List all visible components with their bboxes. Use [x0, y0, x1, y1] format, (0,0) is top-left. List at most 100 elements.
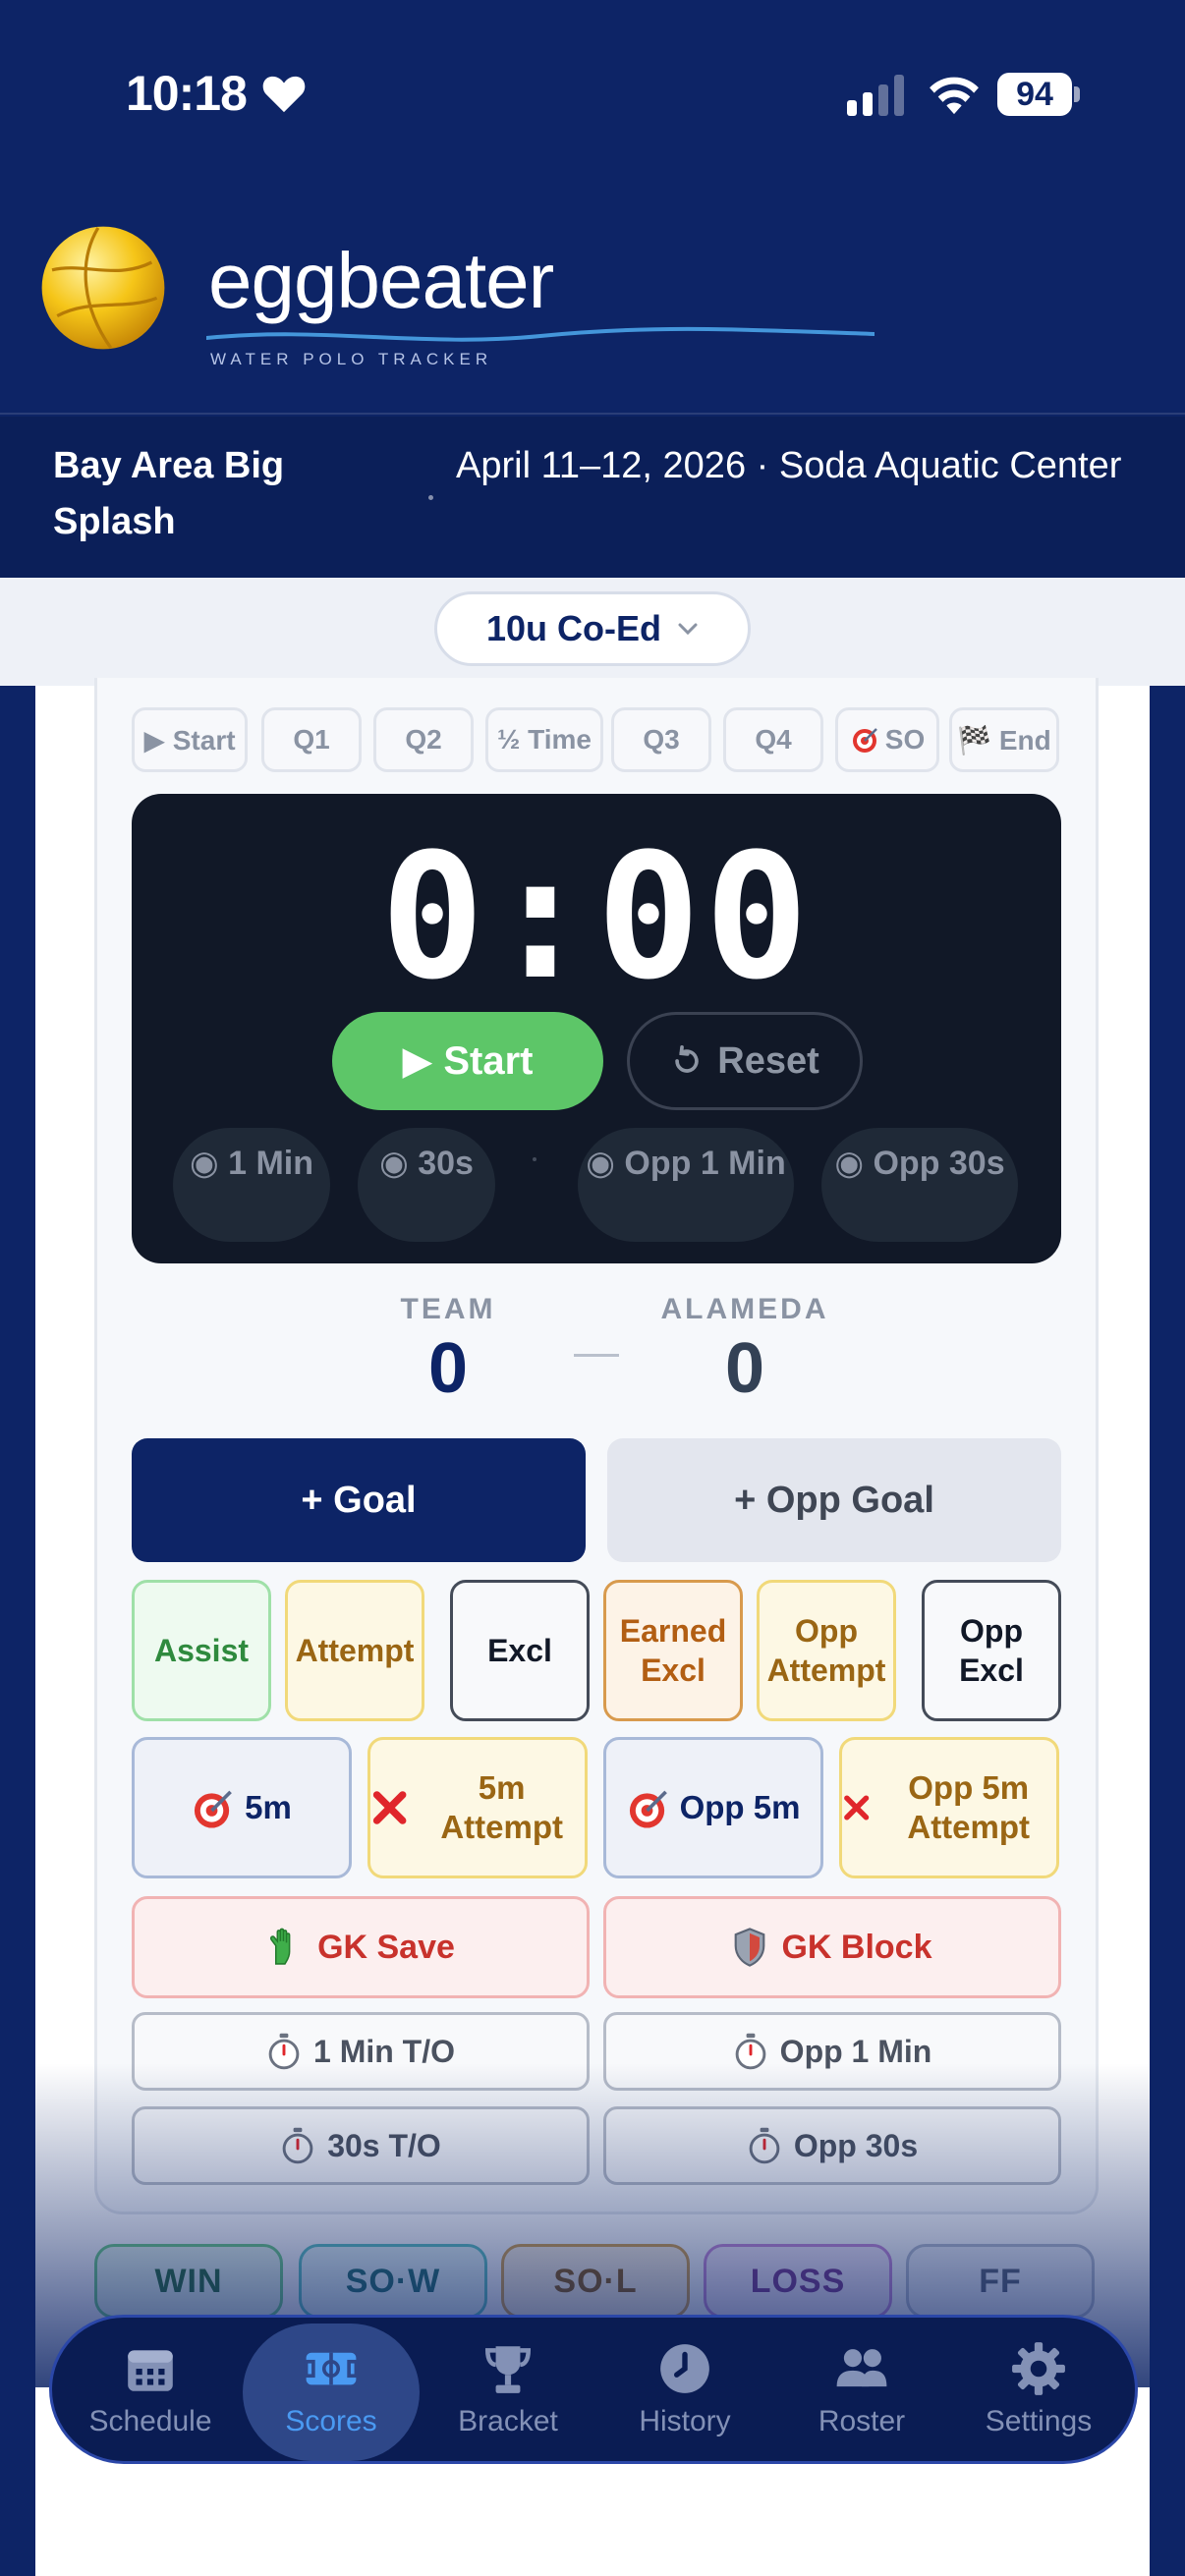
trophy-icon — [485, 2346, 531, 2393]
brand-header: eggbeater WATER POLO TRACKER — [0, 187, 1185, 415]
team-label: TEAM — [400, 1293, 496, 1325]
five-meter-label: 5m — [245, 1789, 292, 1825]
period-shootout-button[interactable]: SO — [835, 707, 939, 772]
period-half-time-button[interactable]: ½ Time — [485, 707, 603, 772]
preset-opp-30s-button[interactable]: ◉ Opp 30s — [821, 1128, 1018, 1242]
glove-icon — [270, 1928, 291, 1965]
gk-block-button[interactable]: GK Block — [603, 1896, 1061, 1998]
clock-icon — [660, 2344, 709, 2393]
one-min-timeout-label: 1 Min T/O — [313, 2033, 455, 2069]
brand-tagline: WATER POLO TRACKER — [210, 350, 493, 368]
period-q2-button[interactable]: Q2 — [373, 707, 474, 772]
division-bar: 10u Co-Ed — [0, 578, 1185, 686]
opp-thirty-sec-timeout-label: Opp 30s — [793, 2127, 919, 2163]
gk-save-label: GK Save — [317, 1928, 455, 1966]
cross-mark-icon — [844, 1795, 870, 1820]
opp-five-meter-button[interactable]: Opp 5m — [603, 1737, 823, 1878]
opp-five-meter-attempt-button[interactable]: Opp 5m Attempt — [839, 1737, 1059, 1878]
tab-settings[interactable]: Settings — [950, 2318, 1127, 2461]
preset-1-min-button[interactable]: ◉ 1 Min — [173, 1128, 330, 1242]
period-label: Q1 — [293, 724, 330, 755]
period-label: Q2 — [405, 724, 442, 755]
opponent-label: ALAMEDA — [660, 1293, 829, 1325]
preset-30s-button[interactable]: ◉ 30s — [358, 1128, 495, 1242]
period-label: 🏁 End — [957, 724, 1051, 756]
tab-roster[interactable]: Roster — [773, 2318, 950, 2461]
assist-button[interactable]: Assist — [132, 1580, 271, 1721]
opp-thirty-sec-timeout-button[interactable]: Opp 30s — [603, 2106, 1061, 2185]
exclusion-button[interactable]: Excl — [450, 1580, 590, 1721]
attempt-button[interactable]: Attempt — [285, 1580, 424, 1721]
five-meter-attempt-label: 5m Attempt — [440, 1769, 563, 1845]
cellular-signal-icon — [847, 75, 904, 116]
result-shootout-loss-button[interactable]: SO·L — [501, 2244, 690, 2319]
one-min-timeout-button[interactable]: 1 Min T/O — [132, 2012, 590, 2091]
field-icon — [304, 2352, 359, 2385]
water-polo-ball-icon — [41, 226, 165, 350]
brand-wave-decoration — [206, 326, 875, 342]
five-meter-attempt-button[interactable]: 5m Attempt — [367, 1737, 588, 1878]
calendar-icon — [128, 2350, 173, 2391]
heart-icon — [262, 76, 306, 113]
period-end-button[interactable]: 🏁 End — [949, 707, 1059, 772]
tab-label: History — [639, 2405, 731, 2437]
shield-icon — [735, 1928, 765, 1967]
period-label: Q3 — [643, 724, 680, 755]
period-label: ▶ Start — [143, 724, 236, 756]
five-meter-button[interactable]: 5m — [132, 1737, 352, 1878]
add-opp-goal-button[interactable]: + Opp Goal — [607, 1438, 1061, 1562]
result-loss-button[interactable]: LOSS — [704, 2244, 892, 2319]
wifi-icon — [930, 77, 979, 115]
earned-exclusion-button[interactable]: Earned Excl — [603, 1580, 743, 1721]
division-selected-label: 10u Co-Ed — [485, 608, 661, 648]
period-label: ½ Time — [497, 724, 592, 755]
clock-start-button[interactable]: ▶ Start — [332, 1012, 603, 1110]
tab-label: Schedule — [88, 2405, 212, 2437]
event-separator — [428, 495, 433, 500]
period-selector: ▶ Start Q1 Q2 ½ Time Q3 Q4 SO 🏁 End — [132, 707, 1060, 772]
tab-label: Bracket — [458, 2405, 558, 2437]
target-icon — [629, 1790, 667, 1828]
target-icon — [852, 728, 877, 753]
opp-five-meter-attempt-label: Opp 5m Attempt — [907, 1769, 1031, 1845]
division-selector[interactable]: 10u Co-Ed — [434, 591, 751, 666]
opp-one-min-timeout-button[interactable]: Opp 1 Min — [603, 2012, 1061, 2091]
gk-save-button[interactable]: GK Save — [132, 1896, 590, 1998]
gear-icon — [1012, 2342, 1065, 2395]
tab-scores[interactable]: Scores — [243, 2318, 420, 2461]
preset-opp-1-min-button[interactable]: ◉ Opp 1 Min — [578, 1128, 794, 1242]
brand-name: eggbeater — [208, 237, 554, 324]
chevron-down-icon — [678, 623, 698, 636]
result-forfeit-button[interactable]: FF — [906, 2244, 1095, 2319]
result-win-button[interactable]: WIN — [94, 2244, 283, 2319]
preset-divider — [533, 1157, 536, 1161]
period-start-button[interactable]: ▶ Start — [132, 707, 248, 772]
bottom-tab-bar: Schedule Scores Bracket History Roster S… — [49, 2315, 1138, 2464]
reset-label: Reset — [717, 1039, 819, 1082]
opp-one-min-timeout-label: Opp 1 Min — [779, 2033, 932, 2069]
period-q3-button[interactable]: Q3 — [611, 707, 711, 772]
period-q4-button[interactable]: Q4 — [723, 707, 823, 772]
battery-indicator: 94 — [997, 73, 1080, 116]
battery-tip — [1074, 86, 1080, 102]
game-clock-display: 0:00 — [380, 816, 813, 1018]
period-q1-button[interactable]: Q1 — [261, 707, 362, 772]
clock-reset-button[interactable]: Reset — [627, 1012, 863, 1110]
period-label: SO — [884, 724, 926, 755]
stopwatch-icon — [282, 2127, 313, 2164]
tab-schedule[interactable]: Schedule — [62, 2318, 239, 2461]
stopwatch-icon — [735, 2033, 766, 2070]
tab-history[interactable]: History — [596, 2318, 773, 2461]
event-bar: Bay Area Big Splash April 11–12, 2026 · … — [0, 417, 1185, 578]
event-date-location: April 11–12, 2026 · Soda Aquatic Center — [456, 445, 1122, 486]
thirty-sec-timeout-label: 30s T/O — [327, 2127, 441, 2163]
opp-exclusion-button[interactable]: Opp Excl — [922, 1580, 1061, 1721]
thirty-sec-timeout-button[interactable]: 30s T/O — [132, 2106, 590, 2185]
opp-attempt-button[interactable]: Opp Attempt — [757, 1580, 896, 1721]
tab-label: Settings — [985, 2405, 1093, 2437]
result-shootout-win-button[interactable]: SO·W — [299, 2244, 487, 2319]
stopwatch-icon — [749, 2127, 780, 2164]
tab-bracket[interactable]: Bracket — [420, 2318, 596, 2461]
people-icon — [836, 2349, 887, 2387]
add-goal-button[interactable]: + Goal — [132, 1438, 586, 1562]
